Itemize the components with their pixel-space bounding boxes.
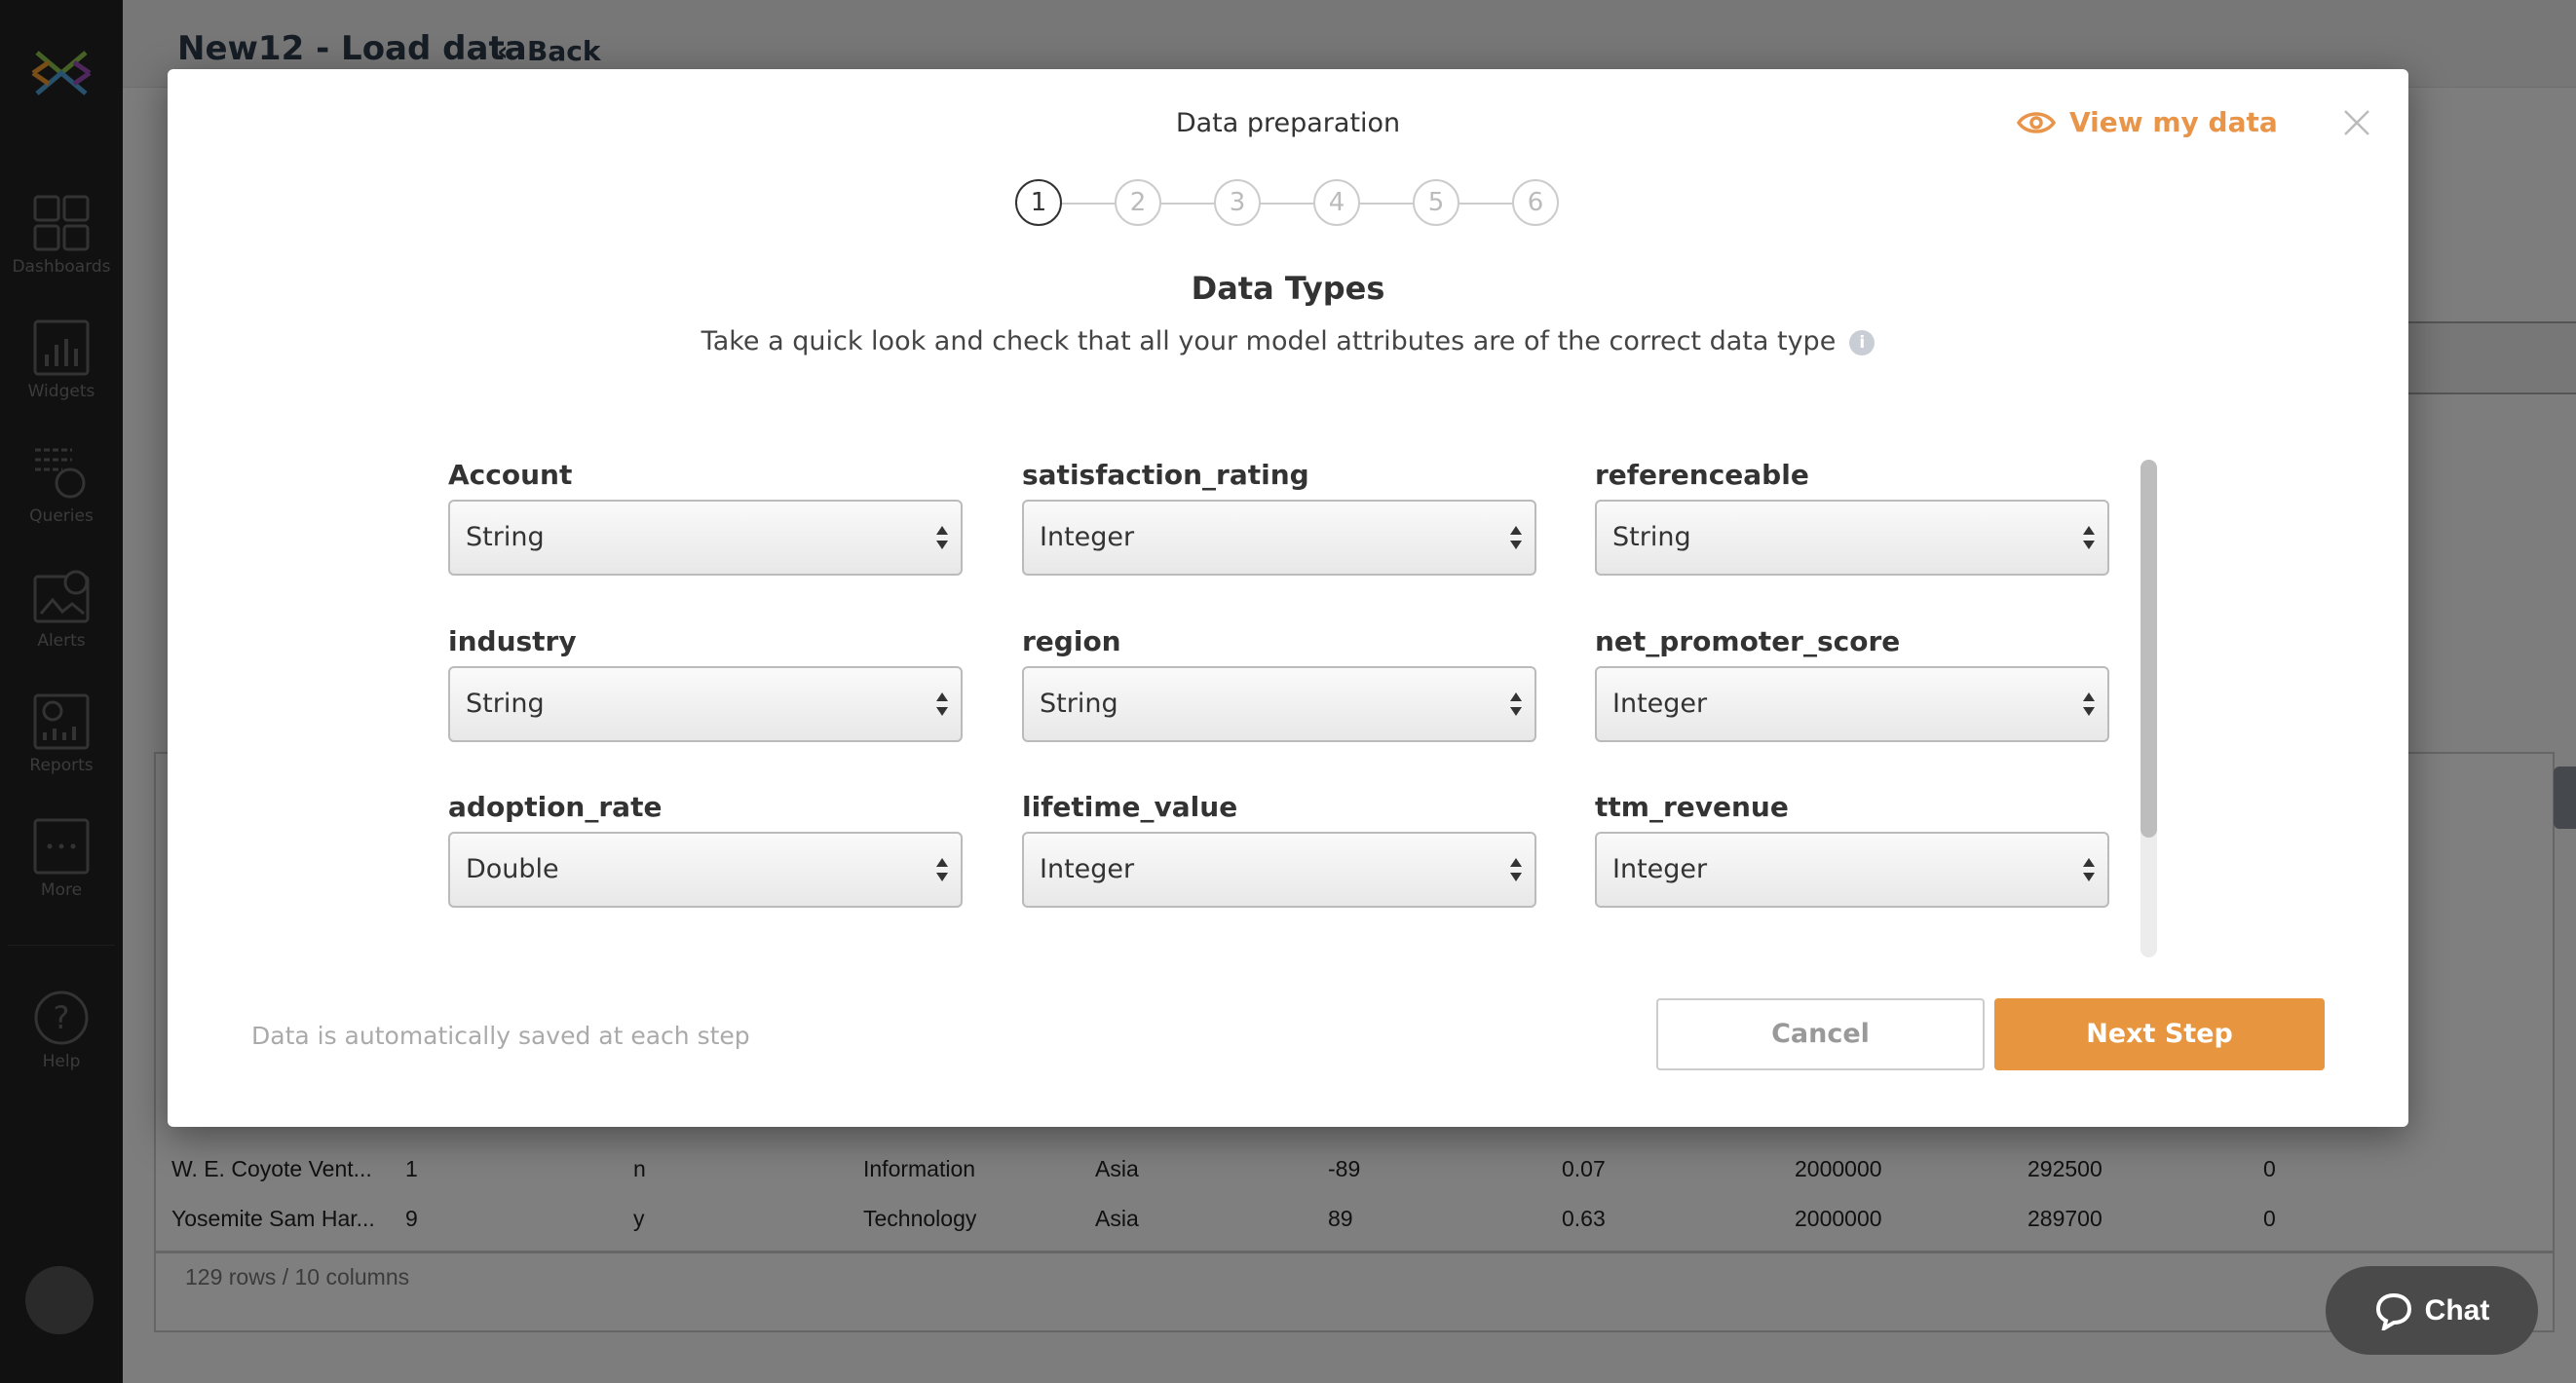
cancel-button[interactable]: Cancel [1656, 998, 1985, 1070]
select-value: String [466, 522, 545, 552]
step-1[interactable]: 1 [1015, 179, 1062, 226]
section-heading: Data Types [1191, 270, 1385, 307]
field-ttm-revenue: ttm_revenue Integer [1595, 791, 2109, 908]
close-icon[interactable] [2342, 108, 2371, 137]
select-value: String [466, 689, 545, 719]
data-type-select[interactable]: Double [448, 832, 963, 908]
field-label: adoption_rate [448, 791, 663, 823]
select-value: String [1040, 689, 1118, 719]
select-value: Integer [1612, 854, 1708, 884]
chat-button[interactable]: Chat [2326, 1266, 2538, 1355]
view-my-data-link[interactable]: View my data [2017, 106, 2278, 138]
field-adoption-rate: adoption_rate Double [448, 791, 963, 908]
field-net-promoter-score: net_promoter_score Integer [1595, 625, 2109, 742]
field-label: industry [448, 625, 577, 657]
step-5[interactable]: 5 [1413, 179, 1459, 226]
field-label: satisfaction_rating [1022, 459, 1309, 491]
select-value: Integer [1612, 689, 1708, 719]
autosave-note: Data is automatically saved at each step [251, 1022, 750, 1050]
field-label: lifetime_value [1022, 791, 1238, 823]
field-label: net_promoter_score [1595, 625, 1901, 657]
step-4[interactable]: 4 [1313, 179, 1360, 226]
select-value: Double [466, 854, 559, 884]
select-arrows-icon [2083, 858, 2095, 881]
data-type-select[interactable]: Integer [1595, 832, 2109, 908]
chat-label: Chat [2424, 1293, 2490, 1327]
select-arrows-icon [936, 692, 948, 716]
chat-bubble-icon [2375, 1292, 2411, 1330]
select-arrows-icon [1510, 526, 1522, 549]
data-type-select[interactable]: String [448, 500, 963, 576]
field-lifetime-value: lifetime_value Integer [1022, 791, 1536, 908]
select-value: Integer [1040, 854, 1135, 884]
field-account: Account String [448, 459, 963, 576]
field-region: region String [1022, 625, 1536, 742]
select-value: Integer [1040, 522, 1135, 552]
field-label: referenceable [1595, 459, 1809, 491]
field-label: ttm_revenue [1595, 791, 1789, 823]
select-arrows-icon [1510, 858, 1522, 881]
data-type-select[interactable]: Integer [1595, 666, 2109, 742]
field-label: Account [448, 459, 573, 491]
data-preparation-modal: Data preparation View my data 1 2 3 4 5 … [168, 69, 2408, 1127]
step-3[interactable]: 3 [1214, 179, 1261, 226]
data-type-select[interactable]: String [448, 666, 963, 742]
step-2[interactable]: 2 [1115, 179, 1161, 226]
field-industry: industry String [448, 625, 963, 742]
field-referenceable: referenceable String [1595, 459, 2109, 576]
select-value: String [1612, 522, 1691, 552]
eye-icon [2017, 111, 2056, 133]
fields-scrollbar[interactable] [2140, 460, 2157, 957]
select-arrows-icon [2083, 526, 2095, 549]
subtitle-text: Take a quick look and check that all you… [701, 326, 1837, 356]
data-type-select[interactable]: Integer [1022, 832, 1536, 908]
field-satisfaction-rating: satisfaction_rating Integer [1022, 459, 1536, 576]
select-arrows-icon [936, 858, 948, 881]
view-my-data-label: View my data [2069, 106, 2278, 138]
select-arrows-icon [1510, 692, 1522, 716]
data-type-select[interactable]: Integer [1022, 500, 1536, 576]
data-type-select[interactable]: String [1595, 500, 2109, 576]
section-subtitle: Take a quick look and check that all you… [168, 326, 2408, 356]
scrollbar-thumb[interactable] [2140, 460, 2157, 838]
info-icon[interactable]: i [1849, 329, 1875, 355]
data-type-select[interactable]: String [1022, 666, 1536, 742]
step-6[interactable]: 6 [1512, 179, 1559, 226]
select-arrows-icon [936, 526, 948, 549]
field-label: region [1022, 625, 1121, 657]
next-step-button[interactable]: Next Step [1994, 998, 2325, 1070]
select-arrows-icon [2083, 692, 2095, 716]
